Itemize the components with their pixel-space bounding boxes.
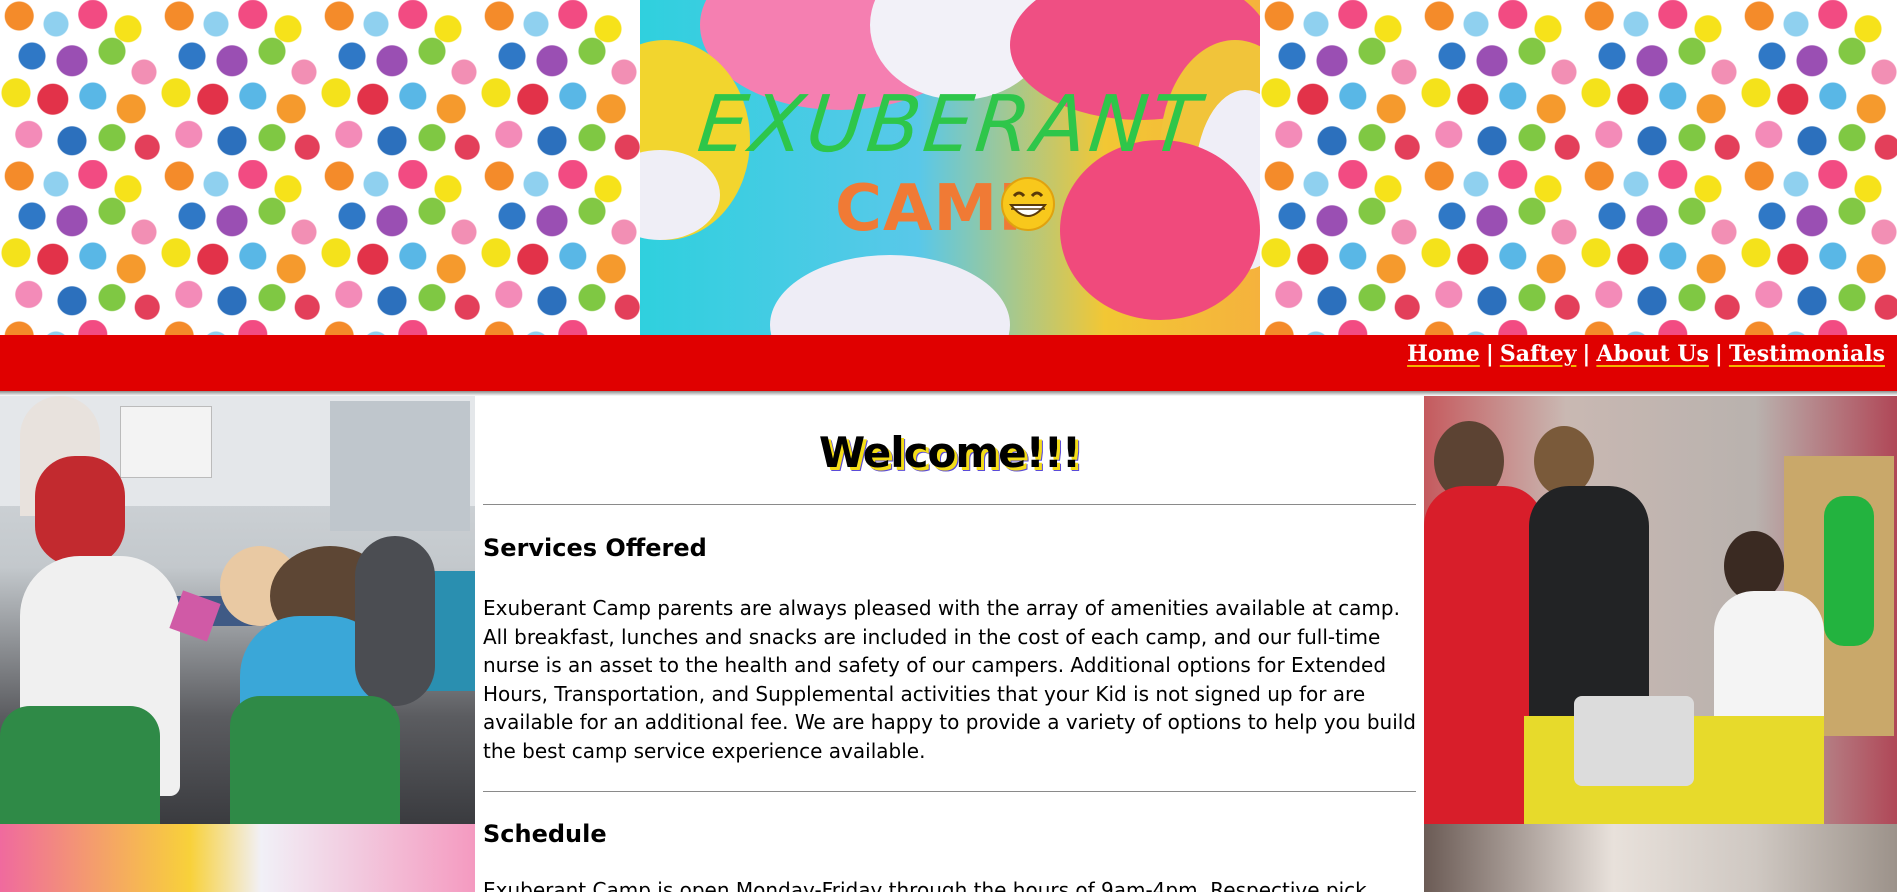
- schedule-paragraph: Exuberant Camp is open Monday-Friday thr…: [483, 878, 1367, 892]
- grinning-face-icon: [1001, 177, 1055, 231]
- logo-title: EXUBERANT: [693, 80, 1207, 170]
- header-banner: EXUBERANT CAMP: [0, 0, 1897, 335]
- divider: [483, 791, 1416, 792]
- photo-kids-cooking: [1424, 396, 1897, 824]
- services-heading: Services Offered: [483, 534, 707, 562]
- schedule-heading: Schedule: [483, 820, 607, 848]
- nav-link-about-us[interactable]: About Us: [1596, 341, 1709, 367]
- main-content: Welcome!!! Services Offered Exuberant Ca…: [475, 396, 1424, 892]
- photo-kids-cheering: [1424, 824, 1897, 892]
- nav-link-saftey[interactable]: Saftey: [1500, 341, 1577, 367]
- handprint-pattern-left: [0, 0, 640, 335]
- nav-link-testimonials[interactable]: Testimonials: [1729, 341, 1885, 367]
- nav-separator: |: [1714, 341, 1723, 367]
- nav-link-home[interactable]: Home: [1407, 341, 1480, 367]
- nav-separator: |: [1582, 341, 1591, 367]
- photo-kids-crafting: [0, 396, 475, 824]
- divider: [483, 504, 1416, 505]
- services-paragraph: Exuberant Camp parents are always please…: [483, 596, 1416, 763]
- handprint-pattern-right: [1260, 0, 1897, 335]
- page-title: Welcome!!!: [818, 428, 1081, 477]
- nav-links: Home | Saftey | About Us | Testimonials: [1407, 341, 1885, 367]
- photo-logo-repeat: [0, 824, 475, 892]
- nav-bar: Home | Saftey | About Us | Testimonials: [0, 335, 1897, 391]
- camp-logo: EXUBERANT CAMP: [640, 0, 1260, 335]
- nav-separator: |: [1485, 341, 1494, 367]
